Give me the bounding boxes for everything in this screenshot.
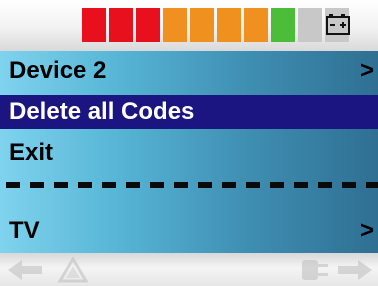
menu-item-tv[interactable]: TV > (0, 214, 378, 248)
level-segment (217, 8, 241, 42)
status-bar (0, 0, 378, 51)
menu-item-device-2[interactable]: Device 2 > (0, 54, 378, 88)
submenu-arrow-icon: > (359, 217, 374, 244)
level-segment (163, 8, 187, 42)
level-segment (109, 8, 133, 42)
signal-level-meter (82, 8, 349, 42)
device-screen: Device 2 > Delete all Codes Exit TV > (0, 0, 378, 286)
back-arrow-icon[interactable] (8, 259, 44, 281)
level-segment (244, 8, 268, 42)
battery-icon (326, 14, 350, 35)
soft-key-bar (0, 253, 378, 286)
menu-separator (6, 182, 378, 188)
menu-item-delete-all-codes[interactable]: Delete all Codes (0, 95, 378, 129)
level-segment (190, 8, 214, 42)
menu-item-label: TV (9, 217, 40, 244)
level-segment (298, 8, 322, 42)
menu-item-label: Exit (9, 139, 54, 166)
menu-list: Device 2 > Delete all Codes Exit (0, 54, 378, 177)
warning-icon[interactable] (58, 257, 88, 283)
menu-item-label: Device 2 (9, 57, 107, 84)
plug-icon[interactable] (300, 258, 330, 282)
menu-item-exit[interactable]: Exit (0, 136, 378, 170)
submenu-arrow-icon: > (359, 57, 374, 84)
level-segment (82, 8, 106, 42)
level-segment (271, 8, 295, 42)
forward-arrow-icon[interactable] (336, 259, 372, 281)
level-segment (136, 8, 160, 42)
menu-item-label: Delete all Codes (9, 98, 195, 125)
